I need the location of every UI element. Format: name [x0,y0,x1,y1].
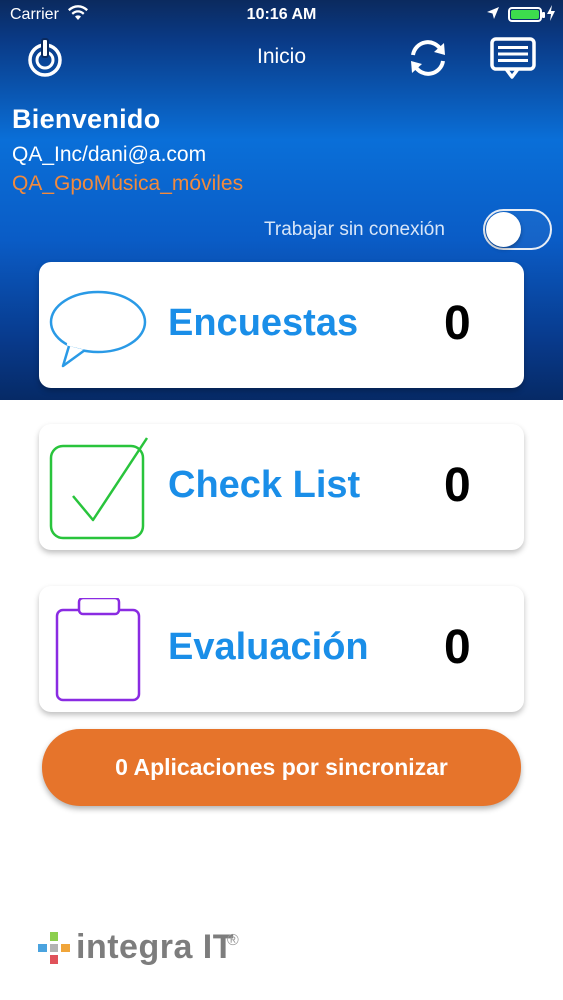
status-bar: Carrier 10:16 AM [0,0,563,30]
location-arrow-icon [486,6,500,25]
registered-mark: ® [227,932,239,949]
toggle-knob [486,212,521,247]
messages-icon [490,37,536,79]
sync-icon [411,40,445,76]
offline-mode-label: Trabajar sin conexión [264,219,445,240]
messages-button[interactable] [488,33,538,83]
welcome-title: Bienvenido [12,104,161,134]
card-label: Check List [168,464,361,506]
user-account: QA_Inc/dani@a.com [12,143,207,166]
page-title: Inicio [256,45,307,68]
card-encuestas[interactable]: Encuestas 0 [39,262,524,388]
offline-mode-toggle[interactable] [483,209,552,250]
navigation-bar: Inicio [0,30,563,86]
card-count: 0 [444,459,471,512]
charging-bolt-icon [546,5,556,26]
battery-icon [508,7,545,22]
card-check-list[interactable]: Check List 0 [39,424,524,550]
sync-pending-button[interactable]: 0 Aplicaciones por sincronizar [42,729,521,806]
clipboard-icon [55,598,141,702]
card-label: Evaluación [168,626,369,668]
card-label: Encuestas [168,302,359,344]
logo-text: integra IT [76,928,235,966]
card-count: 0 [444,297,471,350]
speech-bubble-icon [49,290,147,368]
checkbox-icon [49,437,149,540]
user-group: QA_GpoMúsica_móviles [12,172,244,195]
integra-logo-mark-icon [38,932,70,964]
card-count: 0 [444,621,471,674]
sync-button[interactable] [403,33,453,83]
clock: 10:16 AM [246,6,317,23]
card-evaluacion[interactable]: Evaluación 0 [39,586,524,712]
